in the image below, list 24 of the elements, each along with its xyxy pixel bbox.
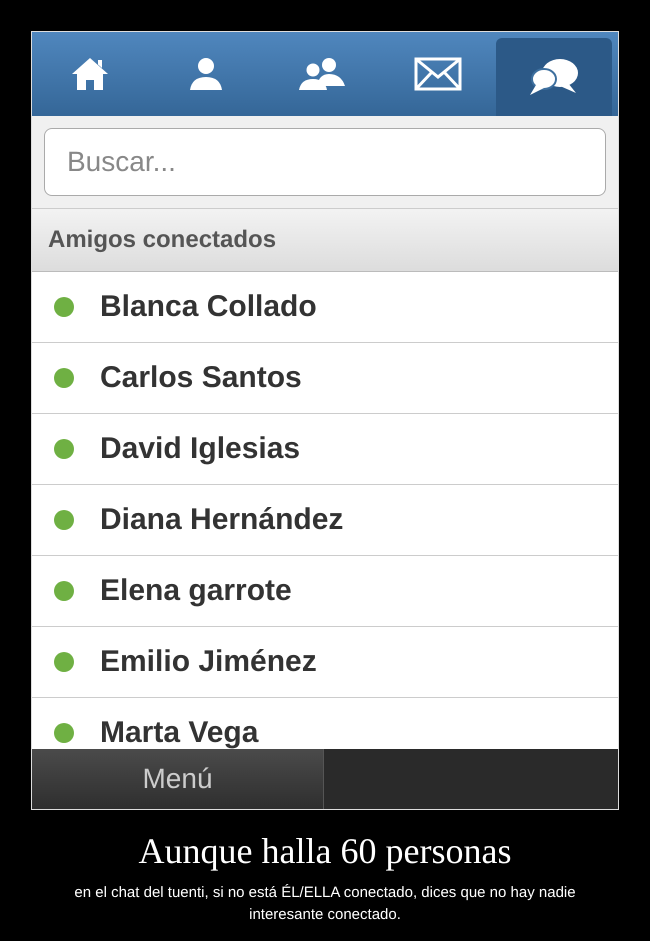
chat-icon bbox=[528, 57, 580, 97]
home-icon bbox=[70, 56, 110, 92]
friend-name: David Iglesias bbox=[100, 432, 300, 466]
friend-row[interactable]: Carlos Santos bbox=[32, 343, 618, 414]
poster-caption: en el chat del tuenti, si no está ÉL/ELLA conectado, dices que no hay nadie interesante conectado. bbox=[73, 883, 577, 925]
friend-row[interactable]: Elena garrote bbox=[32, 556, 618, 627]
search-field[interactable]: Buscar... bbox=[44, 128, 606, 196]
friend-row[interactable]: Emilio Jiménez bbox=[32, 627, 618, 698]
friend-name: Emilio Jiménez bbox=[100, 645, 317, 679]
people-icon bbox=[297, 56, 347, 92]
tab[interactable] bbox=[496, 38, 612, 116]
friend-row[interactable]: Blanca Collado bbox=[32, 272, 618, 343]
friend-name: Elena garrote bbox=[100, 574, 292, 608]
friend-row[interactable]: Diana Hernández bbox=[32, 485, 618, 556]
friend-name: Carlos Santos bbox=[100, 361, 302, 395]
poster-title: Aunque halla 60 personas bbox=[138, 830, 512, 872]
friend-name: Diana Hernández bbox=[100, 503, 344, 537]
menu-button[interactable]: Menú bbox=[32, 749, 324, 809]
friend-row[interactable]: David Iglesias bbox=[32, 414, 618, 485]
envelope-icon bbox=[414, 57, 462, 91]
friend-name: Blanca Collado bbox=[100, 290, 317, 324]
friend-name: Marta Vega bbox=[100, 716, 258, 749]
person-icon bbox=[188, 56, 224, 92]
section-header: Amigos conectados bbox=[32, 208, 618, 272]
